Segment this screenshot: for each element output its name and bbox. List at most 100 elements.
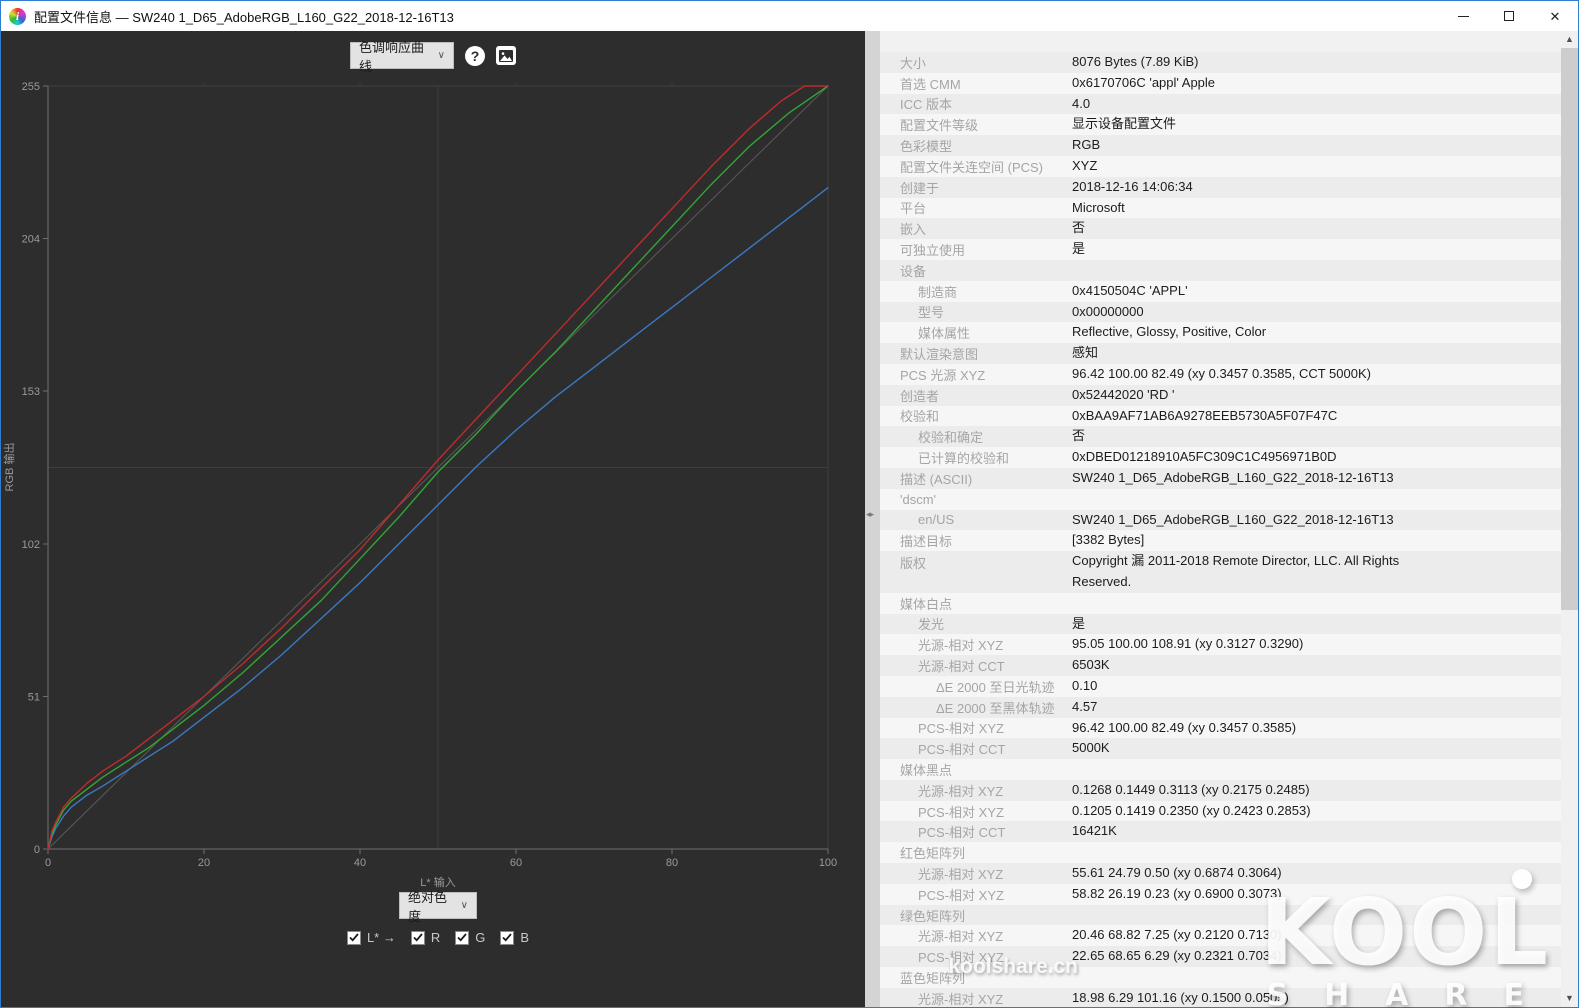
property-label: 嵌入 bbox=[900, 222, 927, 238]
property-label: 可独立使用 bbox=[900, 243, 966, 259]
titlebar[interactable]: 配置文件信息 — SW240 1_D65_AdobeRGB_L160_G22_2… bbox=[1, 1, 1578, 31]
scroll-up-button[interactable]: ▲ bbox=[1561, 31, 1578, 48]
property-value: 0x6170706C 'appl' Apple bbox=[1072, 74, 1216, 90]
maximize-button[interactable] bbox=[1486, 1, 1532, 31]
minimize-button[interactable] bbox=[1440, 1, 1486, 31]
table-row[interactable]: PCS-相对 CCT 5000K bbox=[880, 738, 1561, 760]
table-row[interactable]: 可独立使用 是 bbox=[880, 239, 1561, 260]
help-icon: ? bbox=[470, 47, 480, 64]
property-value: 0.10 bbox=[1072, 677, 1098, 693]
splitter-handle-icon: ◂▸ bbox=[866, 509, 874, 519]
table-row[interactable]: 创造者 0x52442020 'RD ' bbox=[880, 384, 1561, 406]
table-row[interactable]: 光源-相对 CCT 6503K bbox=[880, 655, 1561, 676]
table-row[interactable]: ICC 版本 4.0 bbox=[880, 93, 1561, 115]
save-plot-button[interactable] bbox=[496, 46, 516, 65]
property-label: 版权 bbox=[900, 556, 927, 572]
property-value: 20.46 68.82 7.25 (xy 0.2120 0.7130) bbox=[1072, 927, 1282, 943]
property-label: ICC 版本 bbox=[900, 97, 953, 113]
property-value: 96.42 100.00 82.49 (xy 0.3457 0.3585, CC… bbox=[1072, 365, 1371, 381]
table-row[interactable]: ΔE 2000 至日光轨迹 0.10 bbox=[880, 675, 1561, 697]
table-row[interactable]: 大小 8076 Bytes (7.89 KiB) bbox=[880, 52, 1561, 73]
y-axis-title: RGB 输出 bbox=[4, 442, 16, 492]
channel-checkbox-item[interactable]: G bbox=[455, 930, 485, 945]
table-row[interactable]: 制造商 0x4150504C 'APPL' bbox=[880, 280, 1561, 302]
table-row[interactable]: PCS-相对 CCT 16421K bbox=[880, 821, 1561, 843]
checkbox-checked-icon[interactable] bbox=[346, 930, 361, 945]
property-value: Microsoft bbox=[1072, 199, 1125, 215]
close-button[interactable]: ✕ bbox=[1532, 1, 1578, 31]
table-row[interactable]: 'dscm' bbox=[880, 488, 1561, 510]
image-icon bbox=[499, 49, 513, 62]
property-label: 型号 bbox=[918, 305, 945, 321]
scroll-down-button[interactable]: ▼ bbox=[1561, 990, 1578, 1007]
scrollbar-thumb[interactable] bbox=[1561, 48, 1578, 610]
property-value: 是 bbox=[1072, 241, 1086, 257]
checkbox-checked-icon[interactable] bbox=[500, 930, 515, 945]
table-row[interactable]: PCS-相对 XYZ 0.1205 0.1419 0.2350 (xy 0.24… bbox=[880, 800, 1561, 822]
panel-splitter[interactable]: ◂▸ bbox=[865, 31, 880, 1007]
table-row[interactable]: 媒体黑点 bbox=[880, 759, 1561, 780]
property-label: PCS-相对 XYZ bbox=[918, 721, 1004, 737]
table-row[interactable]: 媒体白点 bbox=[880, 592, 1561, 614]
property-label: 光源-相对 XYZ bbox=[918, 866, 1004, 882]
table-row[interactable]: 描述目标 [3382 Bytes] bbox=[880, 530, 1561, 552]
table-row[interactable]: 创建于 2018-12-16 14:06:34 bbox=[880, 176, 1561, 198]
table-row[interactable]: ΔE 2000 至黑体轨迹 4.57 bbox=[880, 696, 1561, 718]
property-label: 光源-相对 XYZ bbox=[918, 783, 1004, 799]
property-value: 55.61 24.79 0.50 (xy 0.6874 0.3064) bbox=[1072, 865, 1282, 881]
table-row[interactable]: 媒体属性 Reflective, Glossy, Positive, Color bbox=[880, 322, 1561, 344]
table-row[interactable]: 已计算的校验和 0xDBED01218910A5FC309C1C4956971B… bbox=[880, 447, 1561, 468]
table-row[interactable]: 配置文件关连空间 (PCS) XYZ bbox=[880, 155, 1561, 177]
property-label: 红色矩阵列 bbox=[900, 846, 966, 862]
property-value: 0x52442020 'RD ' bbox=[1072, 386, 1175, 402]
table-row[interactable]: 型号 0x00000000 bbox=[880, 301, 1561, 323]
table-row[interactable]: 首选 CMM 0x6170706C 'appl' Apple bbox=[880, 72, 1561, 94]
table-row[interactable]: 光源-相对 XYZ 18.98 6.29 101.16 (xy 0.1500 0… bbox=[880, 987, 1561, 1007]
table-row[interactable]: 光源-相对 XYZ 20.46 68.82 7.25 (xy 0.2120 0.… bbox=[880, 925, 1561, 947]
table-row[interactable]: PCS-相对 XYZ 96.42 100.00 82.49 (xy 0.3457… bbox=[880, 717, 1561, 739]
rendering-intent-select[interactable]: 绝对色度 ∨ bbox=[399, 890, 477, 924]
channel-checkbox-item[interactable]: L* → bbox=[346, 930, 396, 945]
table-row[interactable]: 配置文件等级 显示设备配置文件 bbox=[880, 114, 1561, 136]
table-row[interactable]: 红色矩阵列 bbox=[880, 842, 1561, 864]
x-tick-label: 20 bbox=[198, 857, 210, 869]
curve-type-select[interactable]: 色调响应曲线 ∨ bbox=[350, 40, 454, 74]
table-row[interactable]: 色彩模型 RGB bbox=[880, 135, 1561, 156]
checkbox-checked-icon[interactable] bbox=[455, 930, 470, 945]
channel-checkbox-label: B bbox=[520, 930, 530, 945]
table-row[interactable]: 光源-相对 XYZ 0.1268 0.1449 0.3113 (xy 0.217… bbox=[880, 779, 1561, 801]
y-tick-label: 255 bbox=[22, 81, 40, 93]
table-row[interactable]: PCS 光源 XYZ 96.42 100.00 82.49 (xy 0.3457… bbox=[880, 363, 1561, 385]
table-row[interactable]: 光源-相对 XYZ 55.61 24.79 0.50 (xy 0.6874 0.… bbox=[880, 863, 1561, 884]
property-label: 默认渲染意图 bbox=[900, 347, 979, 363]
property-label: en/US bbox=[918, 512, 955, 528]
property-label: 绿色矩阵列 bbox=[900, 908, 966, 924]
table-row[interactable]: 发光 是 bbox=[880, 613, 1561, 635]
property-value: 58.82 26.19 0.23 (xy 0.6900 0.3073) bbox=[1072, 885, 1282, 901]
table-row[interactable]: 设备 bbox=[880, 259, 1561, 281]
table-row[interactable]: 光源-相对 XYZ 95.05 100.00 108.91 (xy 0.3127… bbox=[880, 634, 1561, 656]
property-label: 制造商 bbox=[918, 284, 958, 300]
table-row[interactable]: 绿色矩阵列 bbox=[880, 904, 1561, 926]
checkbox-checked-icon[interactable] bbox=[410, 930, 425, 945]
channel-checkbox-label: R bbox=[430, 930, 441, 945]
table-row[interactable]: en/US SW240 1_D65_AdobeRGB_L160_G22_2018… bbox=[880, 509, 1561, 531]
property-label: 设备 bbox=[900, 263, 927, 279]
table-row[interactable]: PCS-相对 XYZ 22.65 68.65 6.29 (xy 0.2321 0… bbox=[880, 946, 1561, 968]
x-tick-label: 100 bbox=[819, 857, 837, 869]
main-area: 色调响应曲线 ∨ ? 0 20 40 60 80 100 0 51 102 153 204 255 L*… bbox=[1, 31, 1578, 1007]
table-row[interactable]: 嵌入 否 bbox=[880, 218, 1561, 240]
table-row[interactable]: 版权 Copyright 漏 2011-2018 Remote Director… bbox=[880, 551, 1561, 593]
table-row[interactable]: 默认渲染意图 感知 bbox=[880, 343, 1561, 364]
table-row[interactable]: 蓝色矩阵列 bbox=[880, 967, 1561, 988]
table-row[interactable]: PCS-相对 XYZ 58.82 26.19 0.23 (xy 0.6900 0… bbox=[880, 883, 1561, 905]
table-row[interactable]: 校验和确定 否 bbox=[880, 426, 1561, 448]
help-button[interactable]: ? bbox=[465, 45, 485, 66]
vertical-scrollbar[interactable]: ▲ ▼ bbox=[1561, 31, 1578, 1007]
table-row[interactable]: 校验和 0xBAA9AF71AB6A9278EEB5730A5F07F47C bbox=[880, 405, 1561, 427]
channel-checkbox-item[interactable]: R bbox=[410, 930, 441, 945]
property-label: PCS-相对 CCT bbox=[918, 825, 1006, 841]
table-row[interactable]: 平台 Microsoft bbox=[880, 197, 1561, 219]
table-row[interactable]: 描述 (ASCII) SW240 1_D65_AdobeRGB_L160_G22… bbox=[880, 467, 1561, 489]
channel-checkbox-item[interactable]: B bbox=[500, 930, 529, 945]
